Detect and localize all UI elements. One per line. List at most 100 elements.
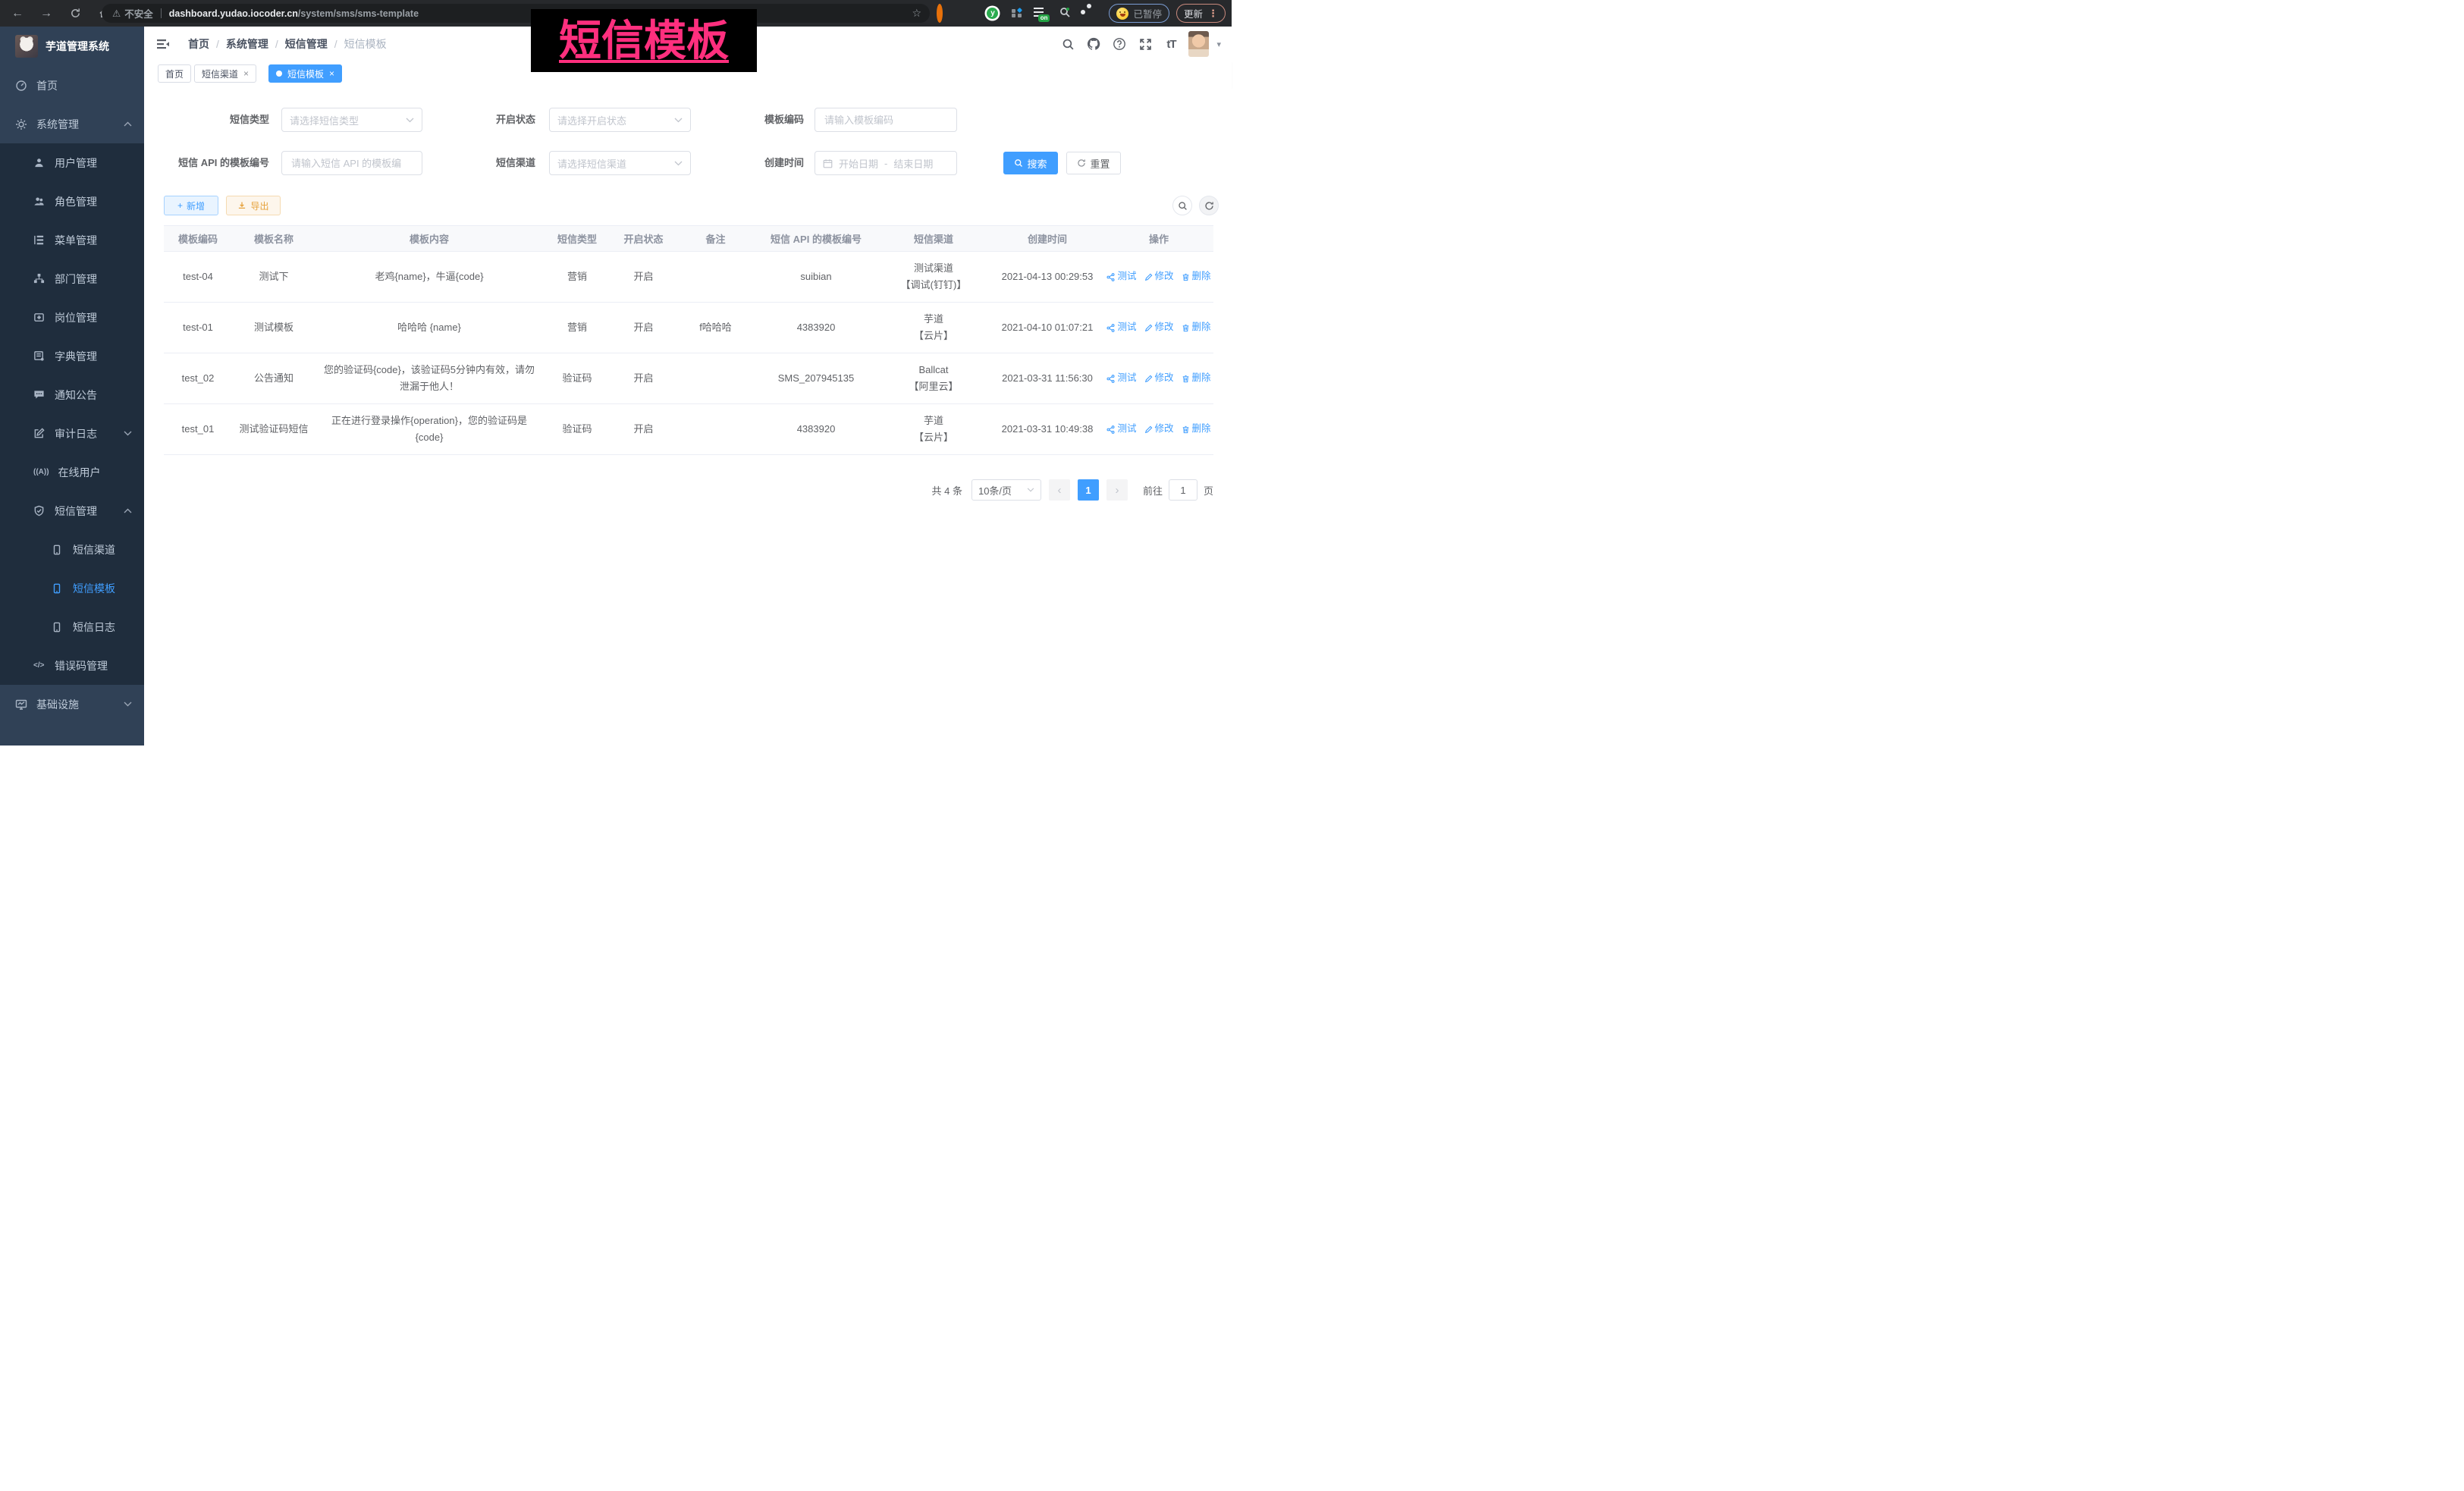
table-search-toggle-button[interactable]: [1172, 196, 1192, 215]
sms-channel-select[interactable]: 请选择短信渠道: [549, 151, 691, 175]
create-time-label: 创建时间: [720, 151, 804, 175]
sidebar-item-sms-template[interactable]: 短信模板: [0, 569, 144, 607]
api-template-id-input[interactable]: [281, 151, 422, 175]
breadcrumb-system[interactable]: 系统管理: [226, 36, 268, 52]
sidebar-item-departments[interactable]: 部门管理: [0, 259, 144, 298]
sms-channel-label: 短信渠道: [463, 151, 535, 175]
header-search-icon[interactable]: [1055, 27, 1081, 61]
browser-update-button[interactable]: 更新 ⋮: [1176, 4, 1226, 23]
monitor-icon: [15, 698, 27, 711]
test-link[interactable]: 测试: [1106, 370, 1136, 386]
browser-reload-button[interactable]: [68, 7, 82, 20]
reset-button[interactable]: 重置: [1066, 152, 1121, 174]
add-button[interactable]: + 新增: [164, 196, 218, 215]
sidebar-item-online-users[interactable]: ((A)) 在线用户: [0, 453, 144, 491]
sidebar-item-error-codes[interactable]: </> 错误码管理: [0, 646, 144, 685]
extensions-puzzle-icon[interactable]: [1084, 7, 1097, 20]
sidebar-item-roles[interactable]: 角色管理: [0, 182, 144, 221]
tag-tab-home[interactable]: 首页: [158, 64, 191, 83]
test-link[interactable]: 测试: [1106, 319, 1136, 335]
chevron-down-icon: [674, 118, 683, 123]
sidebar-toggle-icon[interactable]: [155, 36, 171, 52]
shield-check-icon: [33, 505, 46, 516]
audit-log-icon: [33, 428, 46, 439]
prev-page-button[interactable]: ‹: [1049, 479, 1070, 501]
goto-page-input[interactable]: 1: [1169, 479, 1197, 501]
breadcrumb-sms[interactable]: 短信管理: [285, 36, 328, 52]
sidebar-item-sms-channel[interactable]: 短信渠道: [0, 530, 144, 569]
sidebar-item-sms-log[interactable]: 短信日志: [0, 607, 144, 646]
tag-tab-sms-template[interactable]: 短信模板 ×: [268, 64, 342, 83]
open-status-select[interactable]: 请选择开启状态: [549, 108, 691, 132]
test-link[interactable]: 测试: [1106, 268, 1136, 284]
table-refresh-button[interactable]: [1199, 196, 1219, 215]
page-size-select[interactable]: 10条/页: [971, 479, 1041, 501]
users-icon: [33, 196, 46, 207]
security-label: 不安全: [124, 6, 153, 20]
bookmark-star-icon[interactable]: ☆: [912, 7, 921, 20]
sidebar-item-posts[interactable]: 岗位管理: [0, 298, 144, 337]
test-link[interactable]: 测试: [1106, 421, 1136, 437]
extension-grid-icon[interactable]: [1012, 8, 1022, 18]
refresh-icon: [1077, 159, 1086, 168]
insecure-warning-icon: ⚠: [112, 8, 121, 19]
breadcrumb: 首页 / 系统管理 / 短信管理 / 短信模板: [188, 27, 387, 61]
sidebar: 芋道管理系统 首页 系统管理 用户管理 角色管理 菜单管理 部门管理 岗位管理: [0, 27, 144, 746]
browser-back-button[interactable]: ←: [11, 7, 24, 20]
sidebar-item-system[interactable]: 系统管理: [0, 105, 144, 143]
on-badge: on: [1038, 14, 1050, 22]
paused-label: 已暂停: [1133, 6, 1162, 20]
sidebar-item-announcements[interactable]: 通知公告: [0, 375, 144, 414]
breadcrumb-current: 短信模板: [344, 36, 387, 52]
edit-link[interactable]: 修改: [1144, 268, 1174, 284]
edit-link[interactable]: 修改: [1144, 319, 1174, 335]
delete-link[interactable]: 删除: [1182, 319, 1211, 335]
search-button[interactable]: 搜索: [1003, 152, 1058, 174]
dashboard-icon: [15, 80, 27, 92]
delete-link[interactable]: 删除: [1182, 268, 1211, 284]
profile-paused-chip[interactable]: 已暂停: [1109, 4, 1169, 23]
sms-type-select[interactable]: 请选择短信类型: [281, 108, 422, 132]
extension-magnifier-icon[interactable]: [1059, 7, 1072, 20]
sidebar-item-infrastructure[interactable]: 基础设施: [0, 685, 144, 724]
url-divider: [161, 8, 162, 18]
chevron-down-icon: [124, 431, 132, 436]
breadcrumb-home[interactable]: 首页: [188, 36, 209, 52]
user-avatar[interactable]: [1188, 31, 1209, 57]
url-path: /system/sms/sms-template: [298, 8, 419, 19]
font-size-icon[interactable]: tT: [1158, 27, 1184, 61]
browser-menu-icon[interactable]: ⋮: [1208, 8, 1218, 20]
sidebar-item-menus[interactable]: 菜单管理: [0, 221, 144, 259]
delete-link[interactable]: 删除: [1182, 370, 1211, 386]
extension-list-icon[interactable]: on: [1034, 7, 1047, 20]
address-bar[interactable]: ⚠不安全 dashboard.yudao.iocoder.cn/system/s…: [102, 4, 930, 23]
fullscreen-icon[interactable]: [1132, 27, 1158, 61]
table-header-row: 模板编码 模板名称 模板内容 短信类型 开启状态 备注 短信 API 的模板编号…: [164, 226, 1213, 252]
open-status-label: 开启状态: [463, 108, 535, 132]
extension-gem-icon[interactable]: [962, 7, 975, 20]
create-time-range-picker[interactable]: 开始日期 - 结束日期: [815, 151, 957, 175]
sidebar-item-users[interactable]: 用户管理: [0, 143, 144, 182]
browser-forward-button[interactable]: →: [39, 7, 53, 20]
sidebar-item-audit-log[interactable]: 审计日志: [0, 414, 144, 453]
page-number-1[interactable]: 1: [1078, 479, 1099, 501]
edit-link[interactable]: 修改: [1144, 370, 1174, 386]
help-icon[interactable]: [1106, 27, 1132, 61]
edit-link[interactable]: 修改: [1144, 421, 1174, 437]
template-code-input[interactable]: [815, 108, 957, 132]
extension-donut-icon[interactable]: [937, 7, 950, 20]
dictionary-icon: [33, 350, 46, 362]
sidebar-item-sms-management[interactable]: 短信管理: [0, 491, 144, 530]
tag-tab-sms-channel[interactable]: 短信渠道 ×: [194, 64, 256, 83]
github-icon[interactable]: [1081, 27, 1106, 61]
close-icon[interactable]: ×: [329, 69, 334, 78]
delete-link[interactable]: 删除: [1182, 421, 1211, 437]
sms-template-table: 模板编码 模板名称 模板内容 短信类型 开启状态 备注 短信 API 的模板编号…: [164, 225, 1213, 455]
avatar-caret-icon[interactable]: ▾: [1216, 39, 1221, 49]
extension-y-icon[interactable]: y: [987, 8, 998, 19]
sidebar-item-dictionary[interactable]: 字典管理: [0, 337, 144, 375]
sidebar-item-home[interactable]: 首页: [0, 66, 144, 105]
close-icon[interactable]: ×: [243, 69, 249, 78]
next-page-button[interactable]: ›: [1106, 479, 1128, 501]
export-button[interactable]: 导出: [226, 196, 281, 215]
